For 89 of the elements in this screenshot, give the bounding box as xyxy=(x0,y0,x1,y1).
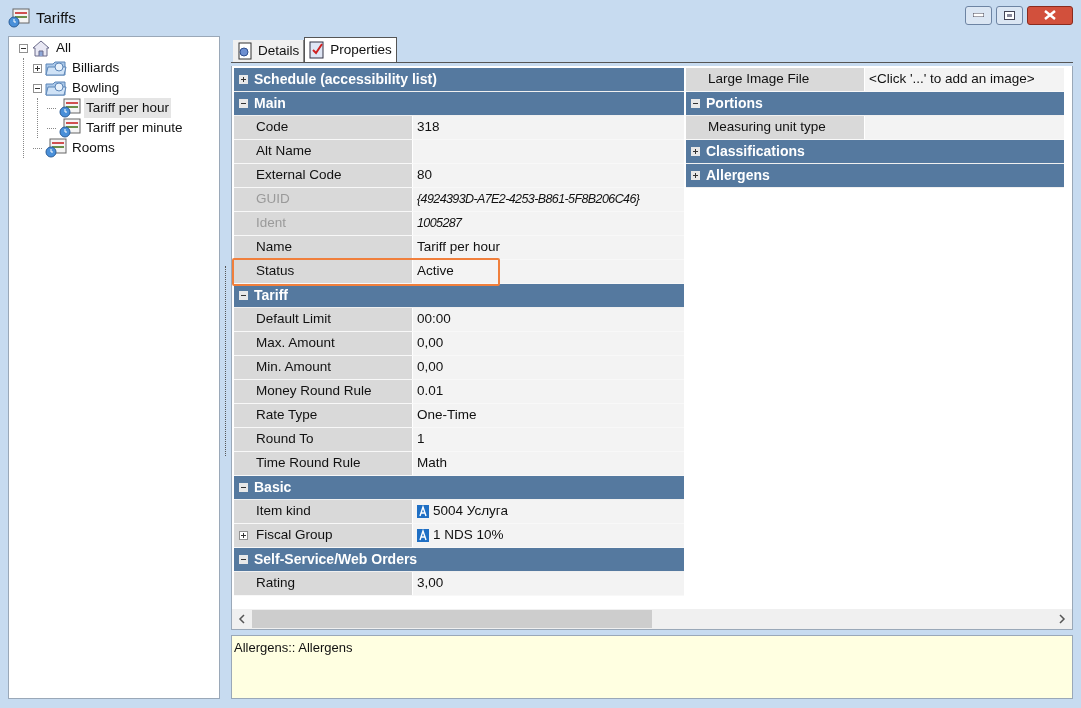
property-name: Large Image File xyxy=(708,70,810,89)
close-button[interactable] xyxy=(1027,5,1073,25)
collapse-icon[interactable] xyxy=(239,99,248,108)
category-header[interactable]: Classifications xyxy=(686,140,1064,164)
category-header[interactable]: Basic xyxy=(234,476,684,500)
collapse-icon[interactable] xyxy=(19,43,28,53)
property-name: Rating xyxy=(256,574,296,593)
category-header[interactable]: Allergens xyxy=(686,164,1064,188)
window-title: Tariffs xyxy=(36,7,76,28)
category-label: Main xyxy=(254,94,286,113)
tariff-icon xyxy=(45,138,67,158)
property-value[interactable]: 0,00 xyxy=(413,332,684,355)
tab[interactable]: Details xyxy=(233,40,305,62)
property-name: Ident xyxy=(256,214,287,233)
property-value[interactable]: 0.01 xyxy=(413,380,684,403)
tariff-icon xyxy=(8,8,30,28)
property-value[interactable]: Active xyxy=(413,260,684,283)
category-label: Allergens xyxy=(706,166,770,185)
expand-icon[interactable] xyxy=(691,171,700,180)
folder-icon xyxy=(45,79,67,97)
property-value[interactable]: 00:00 xyxy=(413,308,684,331)
property-value[interactable]: Tariff per hour xyxy=(413,236,684,259)
tree-item[interactable]: Billiards xyxy=(70,57,122,79)
property-value[interactable]: 1 xyxy=(413,428,684,451)
collapse-icon[interactable] xyxy=(33,83,42,93)
minimize-button[interactable] xyxy=(965,5,992,25)
scrollbar-thumb[interactable] xyxy=(252,610,652,628)
category-header[interactable]: Self-Service/Web Orders xyxy=(234,548,684,572)
property-name: Max. Amount xyxy=(256,334,335,353)
property-value[interactable]: One-Time xyxy=(413,404,684,427)
property-value[interactable]: Math xyxy=(413,452,684,475)
horizontal-scrollbar[interactable] xyxy=(232,609,1072,629)
tariff-icon xyxy=(59,98,81,118)
minimize-icon xyxy=(973,13,984,17)
category-label: Self-Service/Web Orders xyxy=(254,550,418,569)
property-name: Name xyxy=(256,238,292,257)
property-name: Rate Type xyxy=(256,406,318,425)
property-name: Code xyxy=(256,118,289,137)
property-name: Min. Amount xyxy=(256,358,332,377)
expand-icon[interactable] xyxy=(33,63,42,73)
expand-icon[interactable] xyxy=(239,531,248,540)
property-value[interactable]: <Click '...' to add an image> xyxy=(865,68,1064,91)
property-value[interactable]: 5004 Услуга xyxy=(413,500,684,523)
property-value[interactable]: 3,00 xyxy=(413,572,684,595)
property-value[interactable]: 318 xyxy=(413,116,684,139)
tree-item[interactable]: All xyxy=(54,37,73,59)
property-name: Status xyxy=(256,262,295,281)
category-label: Portions xyxy=(706,94,763,113)
tree-item[interactable]: Rooms xyxy=(70,137,117,159)
property-name: Default Limit xyxy=(256,310,332,329)
close-icon xyxy=(1044,10,1056,20)
description-text: Allergens:: Allergens xyxy=(234,640,353,655)
property-name: Alt Name xyxy=(256,142,312,161)
folder-icon xyxy=(45,59,67,77)
tree-item[interactable]: Tariff per minute xyxy=(84,117,185,139)
property-value[interactable]: 1 NDS 10% xyxy=(413,524,684,547)
property-name: Money Round Rule xyxy=(256,382,372,401)
expand-icon[interactable] xyxy=(691,147,700,156)
property-name: Measuring unit type xyxy=(708,118,826,137)
property-value[interactable]: 80 xyxy=(413,164,684,187)
category-label: Tariff xyxy=(254,286,288,305)
property-name: GUID xyxy=(256,190,290,209)
tree-item[interactable]: Bowling xyxy=(70,77,122,99)
category-label: Schedule (accessibility list) xyxy=(254,70,437,89)
property-value[interactable]: 0,00 xyxy=(413,356,684,379)
property-name: Time Round Rule xyxy=(256,454,361,473)
maximize-button[interactable] xyxy=(996,5,1023,25)
property-name: Fiscal Group xyxy=(256,526,333,545)
house-icon xyxy=(31,39,51,57)
category-header[interactable]: Tariff xyxy=(234,284,684,308)
collapse-icon[interactable] xyxy=(691,99,700,108)
property-name: Round To xyxy=(256,430,314,449)
checklist-icon xyxy=(309,41,326,59)
category-header[interactable]: Portions xyxy=(686,92,1064,116)
tab[interactable]: Properties xyxy=(304,37,397,62)
category-header[interactable]: Main xyxy=(234,92,684,116)
expand-icon[interactable] xyxy=(239,75,248,84)
category-label: Basic xyxy=(254,478,292,497)
document-icon xyxy=(237,42,253,60)
tariff-icon xyxy=(59,118,81,138)
tree-item[interactable]: Tariff per hour xyxy=(84,97,172,119)
collapse-icon[interactable] xyxy=(239,291,248,300)
category-header[interactable]: Schedule (accessibility list) xyxy=(234,68,684,92)
maximize-icon xyxy=(1004,10,1015,20)
collapse-icon[interactable] xyxy=(239,555,248,564)
property-name: Item kind xyxy=(256,502,311,521)
collapse-icon[interactable] xyxy=(239,483,248,492)
category-label: Classifications xyxy=(706,142,805,161)
property-name: External Code xyxy=(256,166,342,185)
